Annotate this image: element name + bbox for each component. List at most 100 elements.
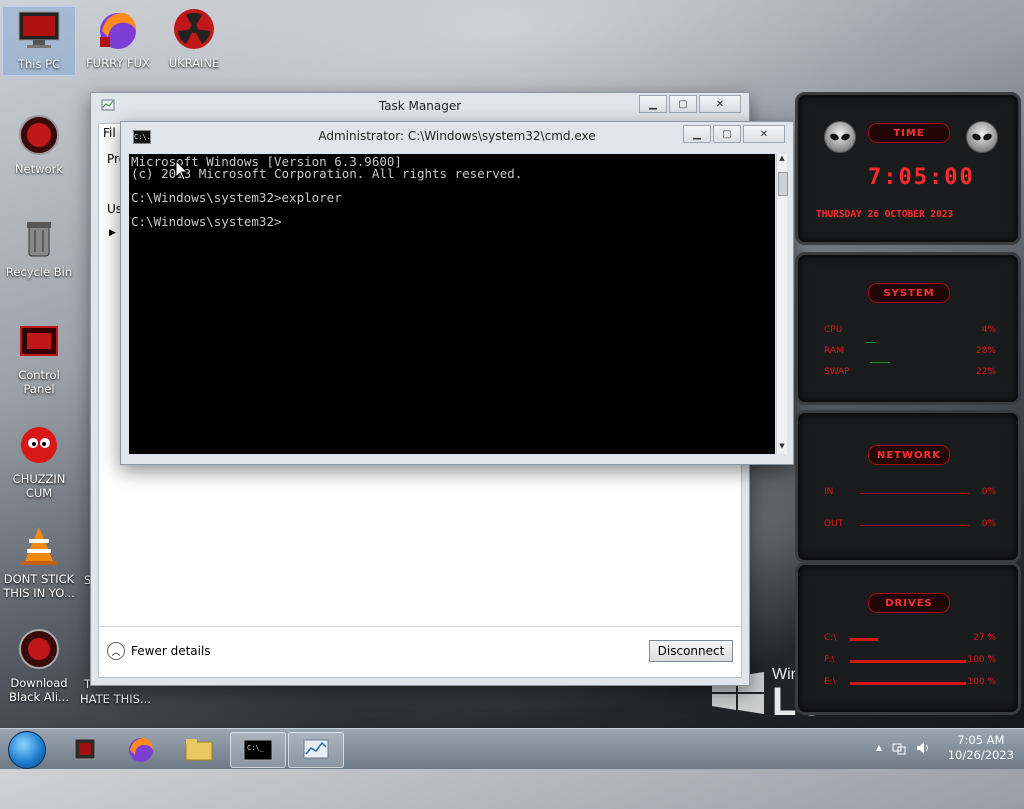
console-line: C:\Windows\system32>: [131, 214, 282, 229]
cmd-titlebar[interactable]: C:\. Administrator: C:\Windows\system32\…: [121, 122, 793, 150]
stat-value: 0%: [981, 519, 996, 529]
start-button[interactable]: [8, 731, 46, 769]
drive-label: C:\: [824, 633, 837, 643]
vlc-cone-icon: [16, 522, 62, 568]
minimize-button[interactable]: ▁: [683, 125, 711, 143]
desktop-icon-recycle-bin[interactable]: Recycle Bin: [3, 215, 75, 279]
cmd-icon: C:\.: [133, 130, 151, 144]
clock-display: 7:05:00: [868, 165, 975, 190]
desktop-icon-download-black-ali[interactable]: Download Black Ali...: [3, 626, 75, 704]
desktop-icon-furry-fux[interactable]: FURRY FUX: [82, 6, 154, 70]
scroll-thumb[interactable]: [778, 172, 788, 196]
stat-label: CPU: [824, 325, 843, 335]
stat-value: 4%: [981, 325, 996, 335]
scroll-down-icon[interactable]: ▼: [777, 442, 787, 454]
stat-label: IN: [824, 487, 834, 497]
stat-value: 28%: [975, 346, 996, 356]
close-button[interactable]: ✕: [699, 95, 741, 113]
minimize-icon: ▁: [693, 128, 701, 140]
minimize-button[interactable]: ▁: [639, 95, 667, 113]
stat-graph: [866, 342, 876, 343]
desktop-icon-ukraine[interactable]: UKRAINE: [158, 6, 230, 70]
drive-value: 100 %: [967, 655, 996, 665]
drive-value: 27 %: [973, 633, 996, 643]
drive-label: F:\: [824, 655, 835, 665]
stat-value: 0%: [981, 487, 996, 497]
gadget-title: SYSTEM: [868, 283, 950, 303]
desktop-icon-chuzzin[interactable]: CHUZZIN CUM: [3, 422, 75, 500]
system-tray: ▲: [876, 741, 932, 758]
network-tray-icon[interactable]: [892, 741, 906, 758]
window-title: Task Manager: [378, 99, 462, 113]
stat-row-swap: SWAP 22%: [824, 367, 996, 377]
svg-text:C:\_: C:\_: [247, 744, 265, 752]
clock[interactable]: 7:05 AM 10/26/2023: [948, 733, 1014, 763]
monitor-icon: [16, 7, 62, 53]
task-manager-titlebar[interactable]: Task Manager ▁ ▢ ✕: [91, 93, 749, 119]
radiation-icon: [171, 6, 217, 52]
task-manager-icon: [303, 739, 329, 759]
taskbar-app-explorer[interactable]: [172, 732, 226, 766]
folder-icon: [185, 739, 213, 761]
stat-row-in: IN 0%: [824, 487, 996, 497]
alienware-gadget-column: TIME 7:05:00 THURSDAY 26 OCTOBER 2023 SY…: [795, 92, 1021, 724]
desktop-icon-label: Control Panel: [18, 368, 60, 396]
network-gadget[interactable]: NETWORK IN 0% OUT 0%: [795, 410, 1021, 563]
drive-usage-bar: [850, 660, 966, 663]
control-panel-icon: [16, 318, 62, 364]
desktop-icon-label: Download Black Ali...: [9, 676, 69, 704]
maximize-button[interactable]: ▢: [713, 125, 741, 143]
tray-expand-icon[interactable]: ▲: [876, 743, 882, 758]
close-icon: ✕: [759, 128, 769, 140]
stat-row-ram: RAM 28%: [824, 346, 996, 356]
console-output[interactable]: Microsoft Windows [Version 6.3.9600] (c)…: [129, 154, 775, 454]
taskbar-app-task-manager[interactable]: [288, 732, 344, 768]
desktop-icon-label: CHUZZIN CUM: [12, 472, 66, 500]
stat-value: 22%: [975, 367, 996, 377]
alien-orb-icon: [16, 626, 62, 672]
maximize-button[interactable]: ▢: [669, 95, 697, 113]
disconnect-button[interactable]: Disconnect: [649, 640, 733, 662]
console-line: (c) 2013 Microsoft Corporation. All righ…: [131, 166, 523, 181]
firefox-icon: [129, 738, 153, 762]
desktop-icon-label: UKRAINE: [168, 56, 220, 70]
close-button[interactable]: ✕: [743, 125, 785, 143]
alien-head-icon: [824, 121, 856, 153]
taskbar-app-cmd[interactable]: C:\_: [230, 732, 286, 768]
desktop-icon-network[interactable]: Network: [3, 112, 75, 176]
desktop-icon-label: DONT STICK THIS IN YO...: [3, 572, 75, 600]
stat-row-out: OUT 0%: [824, 519, 996, 529]
time-gadget[interactable]: TIME 7:05:00 THURSDAY 26 OCTOBER 2023: [795, 92, 1021, 245]
drives-gadget[interactable]: DRIVES C:\ 27 % F:\ 100 % E:\ 100 %: [795, 562, 1021, 715]
mouse-cursor-icon: [175, 159, 189, 185]
task-manager-footer: ︿ Fewer details Disconnect: [99, 626, 741, 677]
expand-arrow-icon[interactable]: ▶: [109, 228, 116, 238]
taskbar-app-alien[interactable]: [58, 732, 112, 766]
desktop-icon-label: HATE THIS...: [80, 692, 151, 706]
red-fuzzball-icon: [16, 422, 62, 468]
volume-tray-icon[interactable]: [916, 741, 932, 758]
scroll-up-icon[interactable]: ▲: [777, 154, 787, 166]
close-icon: ✕: [715, 98, 725, 110]
fewer-details-label: Fewer details: [131, 644, 211, 658]
taskbar-app-firefox[interactable]: [114, 732, 168, 766]
recycle-bin-icon: [16, 215, 62, 261]
desktop-icon-label: This PC: [17, 57, 61, 71]
desktop-icon-label: Recycle Bin: [5, 265, 73, 279]
desktop-icon-control-panel[interactable]: Control Panel: [3, 318, 75, 396]
date-display: THURSDAY 26 OCTOBER 2023: [816, 209, 954, 220]
cmd-icon: C:\_: [243, 739, 273, 761]
fewer-details-button[interactable]: ︿ Fewer details: [107, 642, 211, 660]
drive-usage-bar: [850, 638, 878, 641]
desktop-icon-dont-stick[interactable]: DONT STICK THIS IN YO...: [3, 522, 75, 600]
desktop-icon-label: FURRY FUX: [86, 56, 150, 70]
clock-date: 10/26/2023: [947, 748, 1014, 762]
network-graph: [860, 493, 970, 494]
cmd-window[interactable]: C:\. Administrator: C:\Windows\system32\…: [120, 121, 794, 465]
system-gadget[interactable]: SYSTEM CPU 4% RAM 28% SWAP 22%: [795, 252, 1021, 405]
drive-label: E:\: [824, 677, 836, 687]
chevron-up-icon: ︿: [107, 642, 125, 660]
vertical-scrollbar[interactable]: ▲ ▼: [776, 154, 788, 454]
console-line: C:\Windows\system32>explorer: [131, 190, 342, 205]
desktop-icon-this-pc[interactable]: This PC: [2, 6, 76, 76]
